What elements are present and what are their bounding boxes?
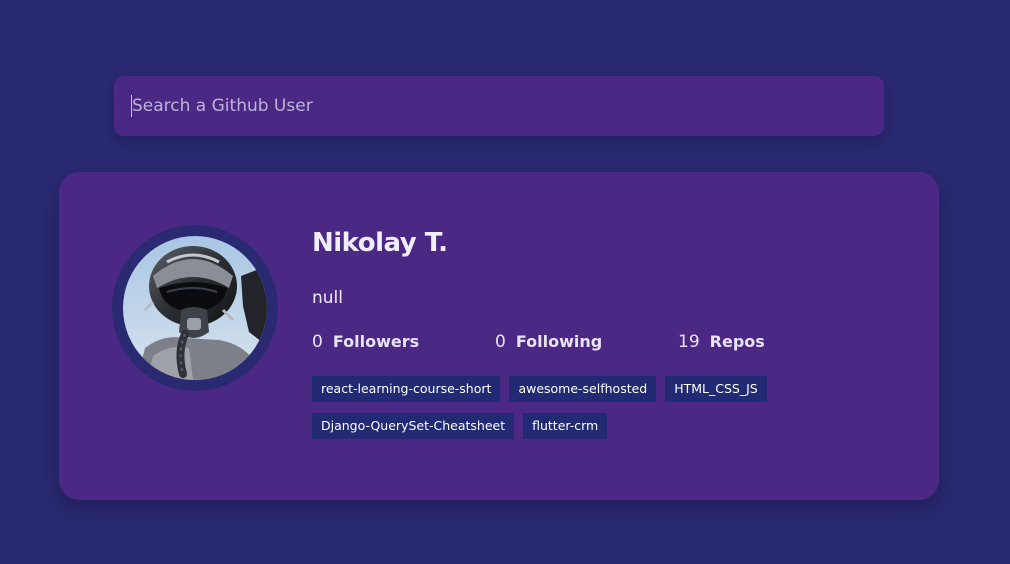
avatar: [123, 236, 267, 380]
search-input[interactable]: [132, 76, 872, 136]
user-stats: 0 Followers 0 Following 19 Repos: [312, 332, 872, 356]
profile-card: Nikolay T. null 0 Followers 0 Following …: [59, 172, 939, 500]
followers-label: Followers: [332, 332, 420, 351]
pilot-helmet-avatar: [123, 236, 267, 380]
user-bio: null: [312, 288, 343, 308]
repo-list: react-learning-course-short awesome-self…: [312, 376, 872, 439]
following-label: Following: [515, 332, 603, 351]
search-form: [114, 76, 884, 136]
repo-link[interactable]: awesome-selfhosted: [509, 376, 657, 402]
followers-count: 0: [312, 332, 323, 352]
repo-link[interactable]: react-learning-course-short: [312, 376, 501, 402]
user-name: Nikolay T.: [312, 228, 448, 258]
avatar-ring: [112, 225, 278, 391]
repos-count: 19: [678, 332, 700, 352]
repos-label: Repos: [709, 332, 765, 351]
repos-stat: 19 Repos: [678, 332, 765, 352]
repo-link[interactable]: HTML_CSS_JS: [665, 376, 767, 402]
followers-stat: 0 Followers: [312, 332, 419, 352]
following-stat: 0 Following: [495, 332, 602, 352]
repo-link[interactable]: Django-QuerySet-Cheatsheet: [312, 413, 515, 439]
repo-link[interactable]: flutter-crm: [523, 413, 608, 439]
following-count: 0: [495, 332, 506, 352]
